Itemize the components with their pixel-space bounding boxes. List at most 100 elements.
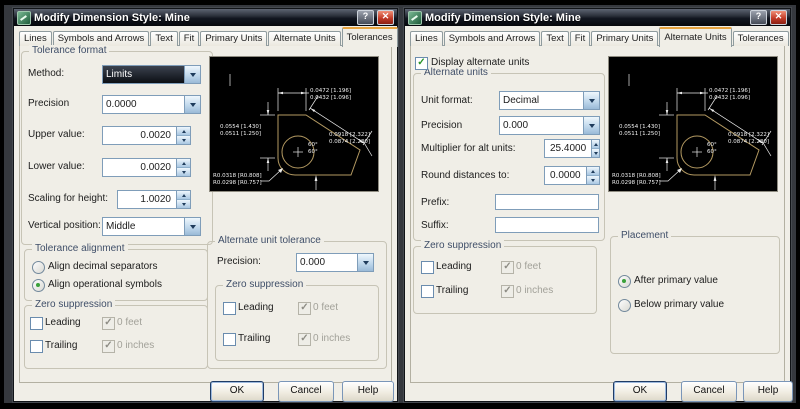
align-operational-label[interactable]: Align operational symbols (48, 279, 162, 290)
dropdown-arrow-icon[interactable] (583, 117, 599, 134)
tab-text[interactable]: Text (150, 31, 178, 46)
spin-down-button[interactable] (177, 200, 190, 208)
scaling-label: Scaling for height: (28, 193, 109, 204)
zero-inches-checkbox (102, 340, 115, 353)
suffix-input[interactable] (495, 217, 599, 233)
vertical-position-dropdown[interactable]: Middle (102, 217, 201, 236)
spin-up-button[interactable] (592, 140, 599, 149)
tab-tolerances[interactable]: Tolerances (341, 27, 398, 47)
dialog-alternate-units: Modify Dimension Style: Mine ? ✕ Lines S… (404, 8, 793, 402)
tab-primary-units[interactable]: Primary Units (591, 31, 659, 46)
spin-down-button[interactable] (586, 176, 599, 184)
method-label: Method: (28, 68, 65, 79)
alt-leading-checkbox[interactable] (223, 302, 236, 315)
tab-fit[interactable]: Fit (178, 31, 200, 46)
tab-primary-units[interactable]: Primary Units (200, 31, 268, 46)
leading-checkbox[interactable] (30, 317, 43, 330)
after-primary-label[interactable]: After primary value (634, 275, 718, 286)
cancel-button[interactable]: Cancel (681, 381, 737, 402)
help-icon[interactable]: ? (357, 10, 374, 25)
upper-value-label: Upper value: (28, 129, 85, 140)
zero-suppression-group: Zero suppression (413, 240, 597, 314)
leading-label[interactable]: Leading (436, 261, 472, 272)
zero-inches-label: 0 inches (117, 340, 155, 351)
ok-button[interactable]: OK (613, 381, 667, 402)
round-distances-spinner[interactable]: 0.0000 (544, 166, 600, 185)
prefix-input[interactable] (495, 194, 599, 210)
display-alternate-units-checkbox[interactable] (415, 57, 428, 70)
leading-checkbox[interactable] (421, 261, 434, 274)
help-button[interactable]: Help (342, 381, 394, 402)
close-icon[interactable]: ✕ (377, 10, 394, 25)
dropdown-arrow-icon[interactable] (184, 218, 200, 235)
align-operational-radio[interactable] (32, 279, 45, 292)
alt-precision-dropdown[interactable]: 0.000 (499, 116, 600, 135)
tab-tolerances[interactable]: Tolerances (732, 31, 789, 46)
help-button[interactable]: Help (743, 381, 793, 402)
tab-symbols-and-arrows[interactable]: Symbols and Arrows (443, 31, 541, 46)
radius-text: R0.0318 [R0.808] (213, 173, 262, 179)
tab-symbols-and-arrows[interactable]: Symbols and Arrows (52, 31, 150, 46)
tab-fit[interactable]: Fit (569, 31, 591, 46)
alt-precision-dropdown[interactable]: 0.000 (296, 253, 374, 272)
multiplier-spinner[interactable]: 25.4000 (544, 139, 600, 158)
method-dropdown[interactable]: Limits (102, 65, 201, 84)
title-bar[interactable]: Modify Dimension Style: Mine ? ✕ (405, 9, 790, 26)
precision-dropdown[interactable]: 0.0000 (102, 95, 201, 114)
tab-lines[interactable]: Lines (19, 31, 52, 46)
unit-format-dropdown[interactable]: Decimal (499, 91, 600, 110)
spin-down-button[interactable] (177, 168, 190, 176)
group-title: Placement (618, 230, 672, 241)
upper-value-spinner[interactable]: 0.0020 (102, 126, 191, 145)
cancel-button[interactable]: Cancel (278, 381, 334, 402)
dropdown-arrow-icon[interactable] (184, 96, 200, 113)
group-title: Zero suppression (223, 279, 307, 290)
dim-text-top: 0.0472 [1.196] (709, 88, 750, 94)
dropdown-arrow-icon[interactable] (583, 92, 599, 109)
ok-button[interactable]: OK (210, 381, 264, 402)
align-decimal-label[interactable]: Align decimal separators (48, 261, 158, 272)
display-alternate-units-label[interactable]: Display alternate units (431, 57, 529, 68)
dropdown-arrow-icon[interactable] (184, 66, 200, 83)
alt-zero-feet-checkbox (298, 302, 311, 315)
tab-text[interactable]: Text (541, 31, 569, 46)
spin-down-button[interactable] (592, 149, 599, 157)
scaling-spinner[interactable]: 1.0020 (117, 190, 191, 209)
tab-alternate-units[interactable]: Alternate Units (659, 27, 732, 47)
help-icon[interactable]: ? (750, 10, 767, 25)
zero-inches-checkbox (501, 285, 514, 298)
below-primary-radio[interactable] (618, 299, 631, 312)
trailing-checkbox[interactable] (421, 285, 434, 298)
tab-lines[interactable]: Lines (410, 31, 443, 46)
title-bar[interactable]: Modify Dimension Style: Mine ? ✕ (14, 9, 397, 26)
prefix-label: Prefix: (421, 197, 450, 208)
alt-leading-label[interactable]: Leading (238, 302, 274, 313)
spin-up-button[interactable] (177, 159, 190, 168)
preview-drawing: 0.0472 [1.196] 0.0432 [1.096] 0.0554 [1.… (213, 74, 373, 190)
spin-up-button[interactable] (177, 127, 190, 136)
align-decimal-radio[interactable] (32, 261, 45, 274)
tab-alternate-units[interactable]: Alternate Units (268, 31, 341, 46)
dropdown-arrow-icon[interactable] (357, 254, 373, 271)
close-icon[interactable]: ✕ (770, 10, 787, 25)
alt-trailing-label[interactable]: Trailing (238, 333, 270, 344)
trailing-checkbox[interactable] (30, 340, 43, 353)
alt-zero-feet-label: 0 feet (313, 302, 339, 313)
group-title: Alternate units (421, 67, 491, 78)
alt-precision-label: Precision (421, 120, 463, 131)
dim-text-right: 0.0874 [2.230] (728, 139, 769, 145)
after-primary-radio[interactable] (618, 275, 631, 288)
spin-up-button[interactable] (177, 191, 190, 200)
below-primary-label[interactable]: Below primary value (634, 299, 724, 310)
lower-value-spinner[interactable]: 0.0020 (102, 158, 191, 177)
window-title: Modify Dimension Style: Mine (34, 11, 190, 24)
trailing-label[interactable]: Trailing (436, 285, 468, 296)
dim-text-left: 0.0511 [1.250] (220, 131, 261, 137)
spin-up-button[interactable] (586, 167, 599, 176)
multiplier-label: Multiplier for alt units: (421, 143, 516, 154)
leading-label[interactable]: Leading (45, 317, 81, 328)
spin-down-button[interactable] (177, 136, 190, 144)
dim-text-right: 0.0918 [2.322] (329, 132, 370, 138)
alt-trailing-checkbox[interactable] (223, 333, 236, 346)
trailing-label[interactable]: Trailing (45, 340, 77, 351)
